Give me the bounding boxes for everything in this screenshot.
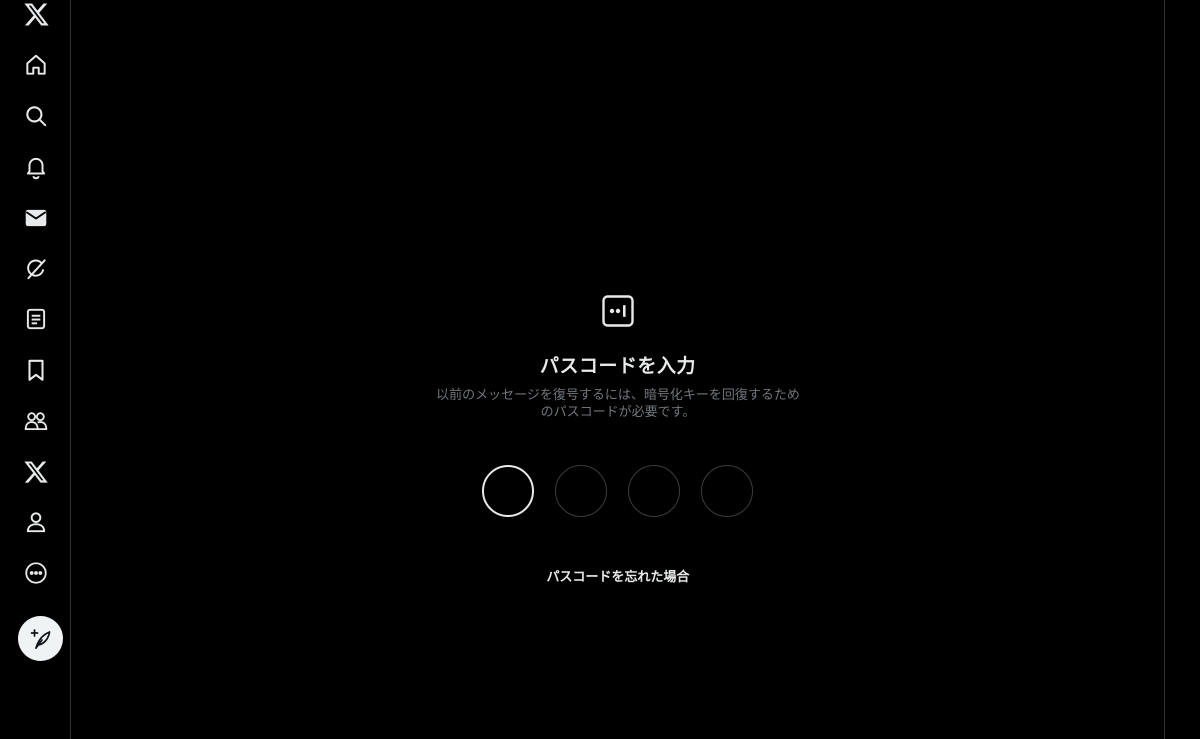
passcode-description: 以前のメッセージを復号するには、暗号化キーを回復するためのパスコードが必要です。 [436,388,800,420]
more-circle-icon [25,562,47,584]
home-icon [26,54,46,75]
sidebar-item-bookmarks[interactable] [10,348,62,392]
post-button[interactable] [18,616,63,661]
sidebar-item-grok[interactable] [10,247,62,291]
lock-passcode-icon [601,294,635,328]
sidebar-item-lists[interactable] [10,297,62,341]
sidebar [0,0,71,739]
passcode-input-group [482,465,753,517]
communities-icon [24,412,48,431]
forgot-passcode-link[interactable]: パスコードを忘れた場合 [71,566,1165,585]
passcode-digit-3[interactable] [628,465,680,517]
person-icon [26,512,46,533]
grok-icon [27,259,46,280]
bookmark-icon [28,359,44,381]
sidebar-item-home[interactable] [10,43,62,87]
x-icon [24,461,48,483]
sidebar-item-communities[interactable] [10,399,62,443]
sidebar-item-notifications[interactable] [10,145,62,189]
passcode-digit-2[interactable] [555,465,607,517]
x-logo-link[interactable] [10,0,62,36]
sidebar-item-messages[interactable] [10,196,62,240]
passcode-digit-1[interactable] [482,465,534,517]
envelope-icon [25,209,47,227]
main-content: パスコードを入力 以前のメッセージを復号するには、暗号化キーを回復するためのパス… [71,0,1165,739]
sidebar-item-premium[interactable] [10,450,62,494]
search-icon [26,106,47,127]
x-logo-icon [23,3,49,25]
page-title: パスコードを入力 [539,355,696,377]
sidebar-item-explore[interactable] [10,94,62,138]
sidebar-item-more[interactable] [10,551,62,595]
passcode-panel: パスコードを入力 以前のメッセージを復号するには、暗号化キーを回復するためのパス… [71,0,1165,739]
compose-feather-icon [30,628,50,649]
sidebar-item-profile[interactable] [10,500,62,544]
list-icon [26,308,46,330]
bell-icon [26,157,46,180]
app-root: パスコードを入力 以前のメッセージを復号するには、暗号化キーを回復するためのパス… [0,0,1200,739]
passcode-digit-4[interactable] [701,465,753,517]
